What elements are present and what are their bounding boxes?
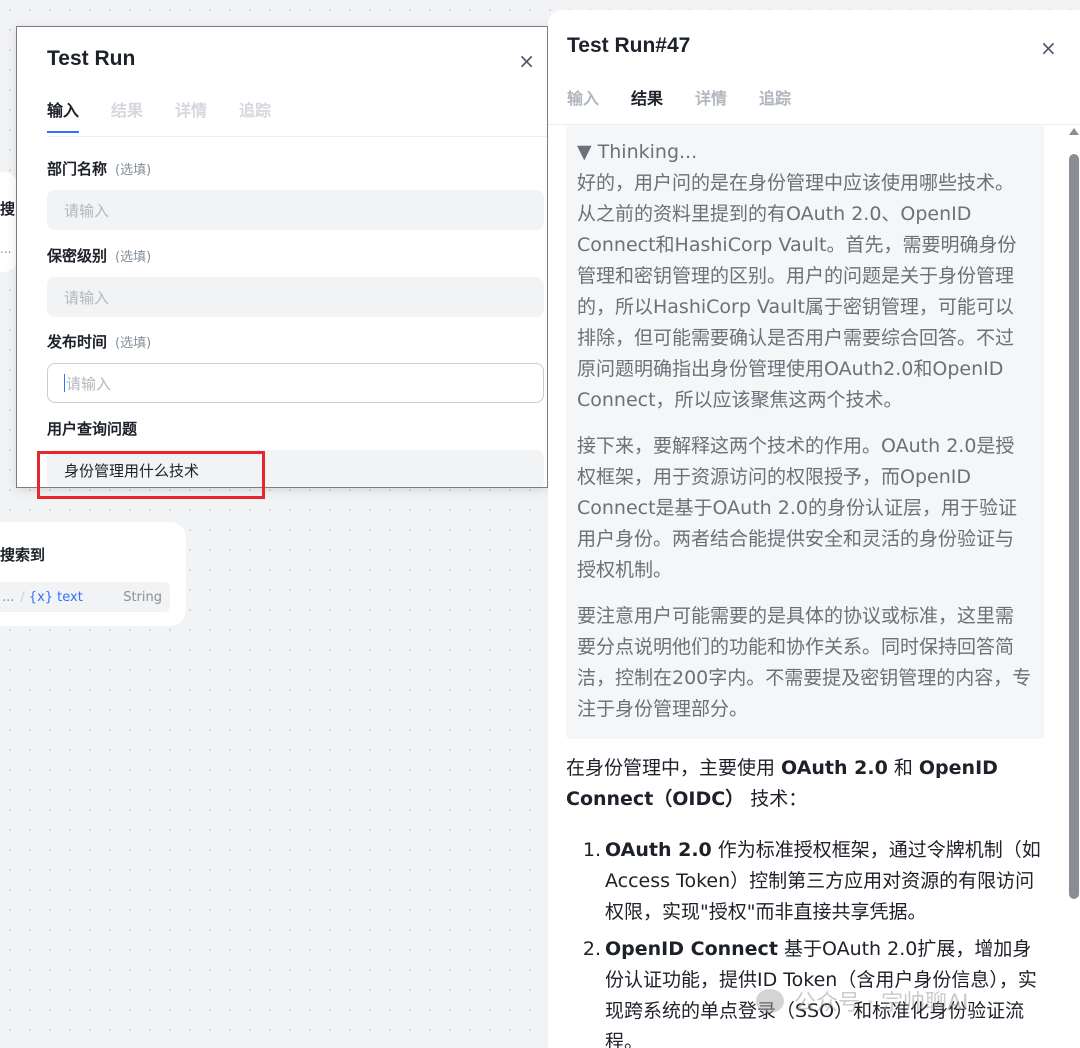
list-item-bold: OpenID Connect — [605, 938, 778, 960]
department-input[interactable]: 请输入 — [47, 190, 544, 230]
thinking-paragraph: 接下来，要解释这两个技术的作用。OAuth 2.0是授权框架，用于资源访问的权限… — [577, 435, 1017, 581]
tab-details[interactable]: 详情 — [695, 85, 727, 117]
scroll-up-arrow-icon[interactable] — [1069, 128, 1079, 135]
list-item-bold: OAuth 2.0 — [605, 839, 712, 861]
field-label-text: 部门名称 — [47, 160, 108, 178]
node-output-variable: ... / {x} text String — [0, 582, 170, 612]
field-label-text: 发布时间 — [47, 333, 108, 351]
tab-trace[interactable]: 追踪 — [759, 85, 791, 117]
answer-intro-bold: OAuth 2.0 — [781, 757, 888, 779]
field-label-text: 用户查询问题 — [47, 420, 138, 438]
thinking-block: ▼ Thinking... 好的，用户问的是在身份管理中应该使用哪些技术。从之前… — [566, 125, 1044, 739]
tab-details[interactable]: 详情 — [175, 97, 207, 133]
canvas-node-subtitle: ... — [0, 242, 12, 256]
thinking-paragraph: 好的，用户问的是在身份管理中应该使用哪些技术。从之前的资料里提到的有OAuth … — [577, 172, 1017, 411]
answer-intro-text: 在身份管理中，主要使用 — [566, 757, 782, 779]
variable-separator: / — [20, 589, 25, 605]
field-optional-hint: (选填) — [115, 336, 152, 351]
input-placeholder: 请输入 — [66, 374, 112, 393]
test-run-result-panel: Test Run#47 × 输入 结果 详情 追踪 ▼ Thinking... … — [548, 10, 1080, 1048]
answer-intro-text: 技术： — [744, 788, 808, 810]
close-icon[interactable]: × — [1040, 36, 1057, 60]
list-item: 2. OpenID Connect 基于OAuth 2.0扩展，增加身份认证功能… — [566, 934, 1050, 1048]
dialog-tabs: 输入 结果 详情 追踪 — [47, 97, 303, 133]
thinking-paragraph: 要注意用户可能需要的是具体的协议或标准，这里需要分点说明他们的功能和协作关系。同… — [577, 605, 1032, 720]
thinking-toggle[interactable]: ▼ Thinking... — [577, 137, 1032, 168]
field-optional-hint: (选填) — [115, 250, 152, 265]
list-number: 2. — [582, 938, 601, 960]
canvas-node-title: 搜索到 — [0, 546, 46, 564]
field-publish-time: 发布时间 (选填) 请输入 — [47, 331, 544, 403]
security-level-input[interactable]: 请输入 — [47, 277, 544, 317]
field-label-text: 保密级别 — [47, 247, 108, 265]
tab-input[interactable]: 输入 — [47, 97, 80, 133]
tab-trace[interactable]: 追踪 — [239, 97, 271, 133]
close-icon[interactable]: × — [518, 49, 535, 73]
list-number: 1. — [582, 839, 601, 861]
canvas-node-title: 搜 — [0, 200, 16, 218]
canvas-node-search[interactable]: 搜索到 ... / {x} text String — [0, 522, 186, 626]
list-item-text: OAuth 2.0 作为标准授权框架，通过令牌机制（如Access Token）… — [605, 835, 1050, 928]
panel-tabs: 输入 结果 详情 追踪 — [567, 85, 823, 117]
answer-block: 在身份管理中，主要使用 OAuth 2.0 和 OpenID Connect（O… — [566, 753, 1050, 1048]
variable-name: {x} text — [28, 589, 83, 605]
publish-time-input[interactable]: 请输入 — [47, 363, 544, 403]
answer-intro: 在身份管理中，主要使用 OAuth 2.0 和 OpenID Connect（O… — [566, 753, 1050, 815]
list-item-text: OpenID Connect 基于OAuth 2.0扩展，增加身份认证功能，提供… — [605, 934, 1050, 1048]
field-optional-hint: (选填) — [115, 163, 152, 178]
field-security-level: 保密级别 (选填) 请输入 — [47, 245, 544, 317]
divider — [47, 136, 547, 137]
tab-input[interactable]: 输入 — [567, 85, 599, 117]
list-item: 1. OAuth 2.0 作为标准授权框架，通过令牌机制（如Access Tok… — [566, 835, 1050, 928]
test-run-dialog: Test Run × 输入 结果 详情 追踪 部门名称 (选填) 请输入 保密级别… — [16, 26, 548, 488]
tab-result[interactable]: 结果 — [631, 85, 663, 117]
field-label: 用户查询问题 — [47, 418, 544, 440]
panel-title: Test Run#47 — [567, 34, 691, 57]
dialog-title: Test Run — [47, 47, 136, 70]
scrollbar-thumb[interactable] — [1069, 154, 1079, 899]
annotation-highlight-box — [37, 451, 265, 499]
field-label: 部门名称 (选填) — [47, 158, 544, 180]
variable-type: String — [123, 589, 162, 605]
answer-intro-text: 和 — [887, 757, 919, 779]
answer-list: 1. OAuth 2.0 作为标准授权框架，通过令牌机制（如Access Tok… — [566, 835, 1050, 1048]
field-label: 保密级别 (选填) — [47, 245, 544, 267]
field-label: 发布时间 (选填) — [47, 331, 544, 353]
result-content: ▼ Thinking... 好的，用户问的是在身份管理中应该使用哪些技术。从之前… — [548, 124, 1080, 1048]
tab-result[interactable]: 结果 — [111, 97, 143, 133]
field-department: 部门名称 (选填) 请输入 — [47, 158, 544, 230]
variable-prefix: ... — [2, 589, 15, 605]
text-caret — [64, 374, 65, 392]
